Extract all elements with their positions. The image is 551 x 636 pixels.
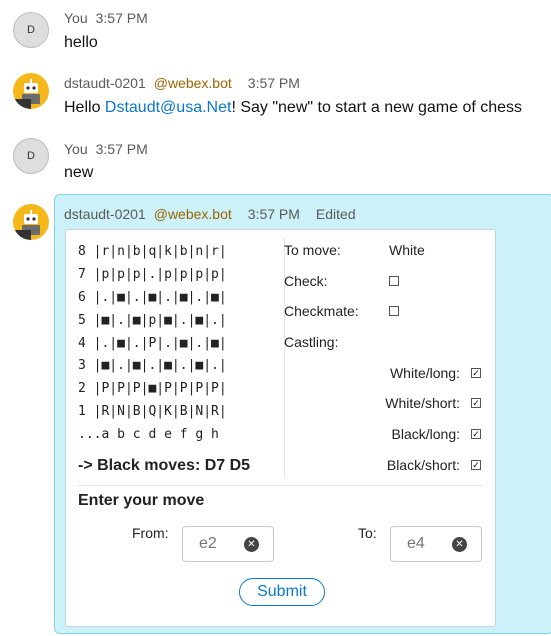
checkmate-label: Checkmate: xyxy=(284,303,359,319)
castling-white-short-label: White/short: xyxy=(385,395,460,411)
avatar-initial: D xyxy=(27,24,35,36)
castling-black-long-label: Black/long: xyxy=(391,426,460,442)
submit-button[interactable]: Submit xyxy=(239,578,325,606)
edited-label: Edited xyxy=(315,206,356,222)
robot-icon xyxy=(13,79,40,109)
castling-black-short-label: Black/short: xyxy=(386,457,460,473)
board-files: ...a b c d e f g h xyxy=(78,427,219,442)
board-row: 1 |R|N|B|Q|K|B|N|R| xyxy=(78,404,227,419)
message-header: dstaudt-0201 @webex.bot 3:57 PM xyxy=(64,75,300,91)
to-field[interactable]: ✕ xyxy=(390,526,482,562)
sender-name[interactable]: dstaudt-0201 xyxy=(64,206,146,222)
message-time: 3:57 PM xyxy=(247,75,300,91)
board-row: 8 |r|n|b|q|k|b|n|r| xyxy=(78,244,227,259)
message-text-part: Hello xyxy=(64,99,105,116)
to-label: To: xyxy=(358,525,377,541)
message-header: You 3:57 PM xyxy=(64,141,148,157)
clear-icon[interactable]: ✕ xyxy=(452,537,467,552)
check-checkbox[interactable] xyxy=(389,276,399,286)
sender-name[interactable]: dstaudt-0201 xyxy=(64,75,146,91)
message-time: 3:57 PM xyxy=(247,206,300,222)
message-time: 3:57 PM xyxy=(95,10,148,26)
from-field[interactable]: ✕ xyxy=(182,526,274,562)
from-input[interactable] xyxy=(193,535,243,553)
section-divider xyxy=(78,485,482,486)
board-row: 6 |.|■|.|■|.|■|.|■| xyxy=(78,290,227,305)
message-header: dstaudt-0201 @webex.bot 3:57 PM Edited xyxy=(64,206,356,222)
castling-white-long-label: White/long: xyxy=(389,365,460,381)
message-header: You 3:57 PM xyxy=(64,10,148,26)
email-link[interactable]: Dstaudt@usa.Net xyxy=(105,99,232,116)
user-avatar[interactable]: D xyxy=(13,12,49,48)
check-mark-icon: ✓ xyxy=(472,367,480,378)
board-row: 5 |■|.|■|p|■|.|■|.| xyxy=(78,313,227,328)
check-mark-icon: ✓ xyxy=(472,459,480,470)
to-move-value: White xyxy=(389,242,425,258)
board-row: 2 |P|P|P|■|P|P|P|P| xyxy=(78,381,227,396)
message-text: hello xyxy=(64,34,98,51)
check-mark-icon: ✓ xyxy=(472,428,480,439)
enter-move-title: Enter your move xyxy=(78,492,205,509)
message-text-part: ! Say "new" to start a new game of chess xyxy=(231,99,523,116)
bot-avatar[interactable] xyxy=(13,204,49,240)
board-row: 4 |.|■|.|P|.|■|.|■| xyxy=(78,336,227,351)
avatar-initial: D xyxy=(27,150,35,162)
board-row: 3 |■|.|■|.|■|.|■|.| xyxy=(78,358,227,373)
message-text: Hello Dstaudt@usa.Net! Say "new" to star… xyxy=(64,99,522,117)
to-move-label: To move: xyxy=(284,242,341,258)
checkmate-checkbox[interactable] xyxy=(389,306,399,316)
castling-white-short-checkbox[interactable]: ✓ xyxy=(471,398,481,408)
to-input[interactable] xyxy=(401,535,451,553)
castling-label: Castling: xyxy=(284,334,339,350)
message-text: new xyxy=(64,164,94,181)
check-label: Check: xyxy=(284,273,328,289)
bot-mention: @webex.bot xyxy=(153,75,232,91)
user-avatar[interactable]: D xyxy=(13,138,49,174)
sender-name[interactable]: You xyxy=(64,141,88,157)
last-move-text: -> Black moves: D7 D5 xyxy=(78,457,251,474)
board-row: 7 |p|p|p|.|p|p|p|p| xyxy=(78,267,227,282)
bot-avatar[interactable] xyxy=(13,73,49,109)
castling-black-short-checkbox[interactable]: ✓ xyxy=(471,460,481,470)
clear-icon[interactable]: ✕ xyxy=(244,537,259,552)
robot-icon xyxy=(13,210,40,240)
from-label: From: xyxy=(132,525,169,541)
castling-black-long-checkbox[interactable]: ✓ xyxy=(471,429,481,439)
bot-mention: @webex.bot xyxy=(153,206,232,222)
castling-white-long-checkbox[interactable]: ✓ xyxy=(471,368,481,378)
sender-name[interactable]: You xyxy=(64,10,88,26)
message-time: 3:57 PM xyxy=(95,141,148,157)
check-mark-icon: ✓ xyxy=(472,397,480,408)
